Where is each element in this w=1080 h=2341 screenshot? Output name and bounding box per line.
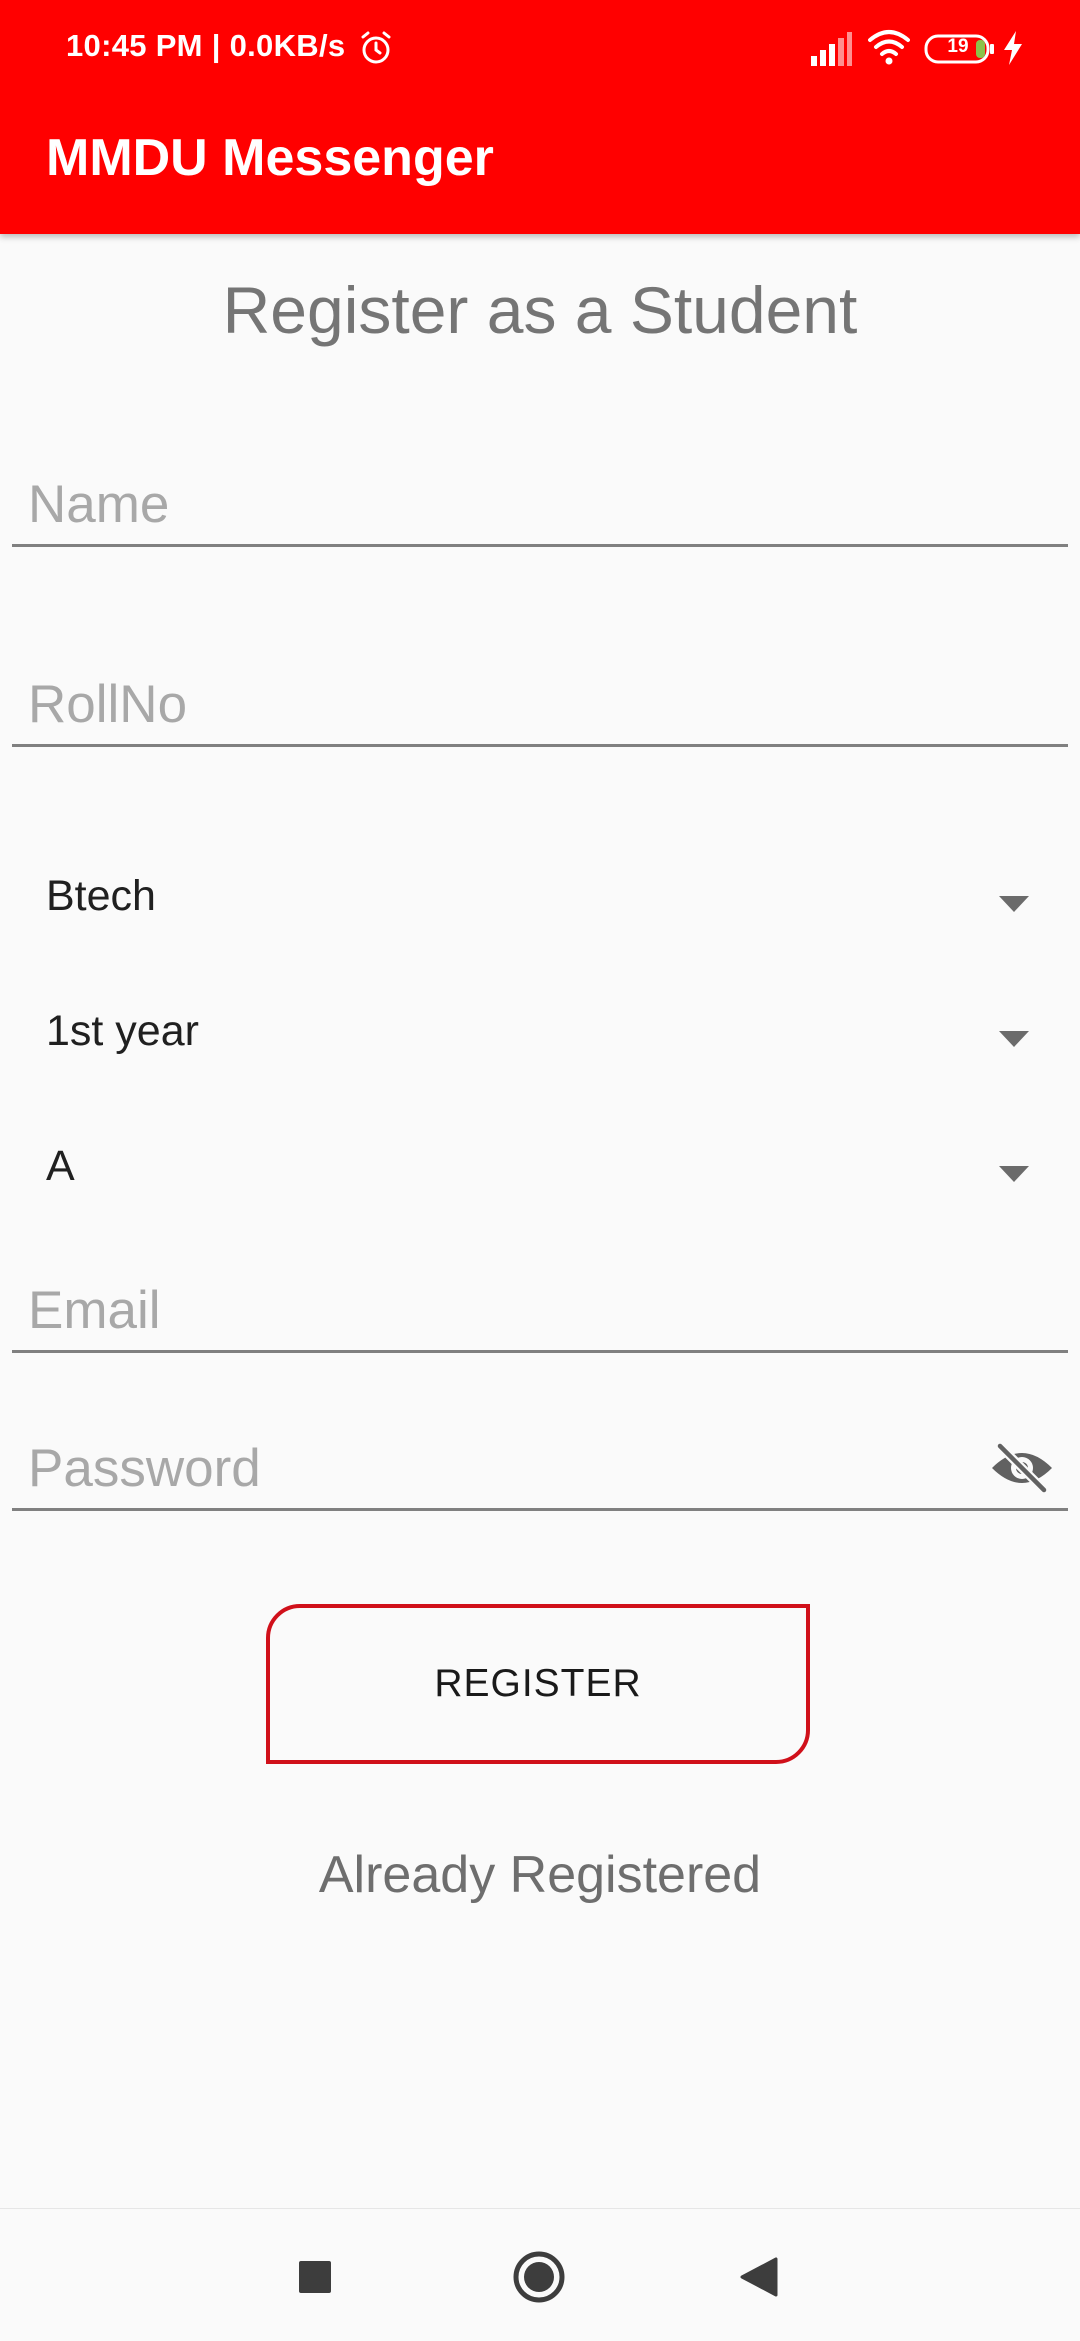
app-title: MMDU Messenger: [46, 129, 494, 187]
app-bar: 10:45 PM | 0.0KB/s 19 MMDU Messenger: [0, 0, 1080, 234]
rollno-input[interactable]: [28, 664, 988, 744]
name-input[interactable]: [28, 464, 988, 544]
dropdown-arrow-icon: [999, 1031, 1029, 1047]
alarm-icon: [361, 31, 391, 64]
section-dropdown[interactable]: A: [0, 1110, 1080, 1220]
system-navigation-bar: [0, 2208, 1080, 2341]
year-dropdown-value: 1st year: [46, 1007, 199, 1055]
wifi-icon: [868, 30, 910, 65]
course-dropdown[interactable]: Btech: [0, 840, 1080, 950]
course-dropdown-value: Btech: [46, 872, 156, 920]
charging-icon: [1004, 31, 1022, 65]
battery-level: 19: [947, 36, 969, 57]
recents-icon[interactable]: [283, 2245, 347, 2309]
password-input[interactable]: [28, 1428, 988, 1508]
year-dropdown[interactable]: 1st year: [0, 975, 1080, 1085]
name-field-container: [12, 464, 1068, 547]
dropdown-arrow-icon: [999, 896, 1029, 912]
eye-off-icon[interactable]: [990, 1442, 1054, 1494]
rollno-field-container: [12, 664, 1068, 747]
password-field-container: [12, 1428, 1068, 1511]
register-button[interactable]: REGISTER: [266, 1604, 810, 1764]
page-title: Register as a Student: [222, 273, 858, 347]
status-time: 10:45 PM | 0.0KB/s: [66, 28, 346, 63]
dropdown-arrow-icon: [999, 1166, 1029, 1182]
section-dropdown-value: A: [46, 1142, 75, 1190]
email-field-container: [12, 1270, 1068, 1353]
home-icon[interactable]: [507, 2245, 571, 2309]
signal-icon: [811, 32, 852, 66]
email-input[interactable]: [28, 1270, 988, 1350]
back-icon[interactable]: [728, 2245, 792, 2309]
already-registered-link[interactable]: Already Registered: [0, 1845, 1080, 1905]
